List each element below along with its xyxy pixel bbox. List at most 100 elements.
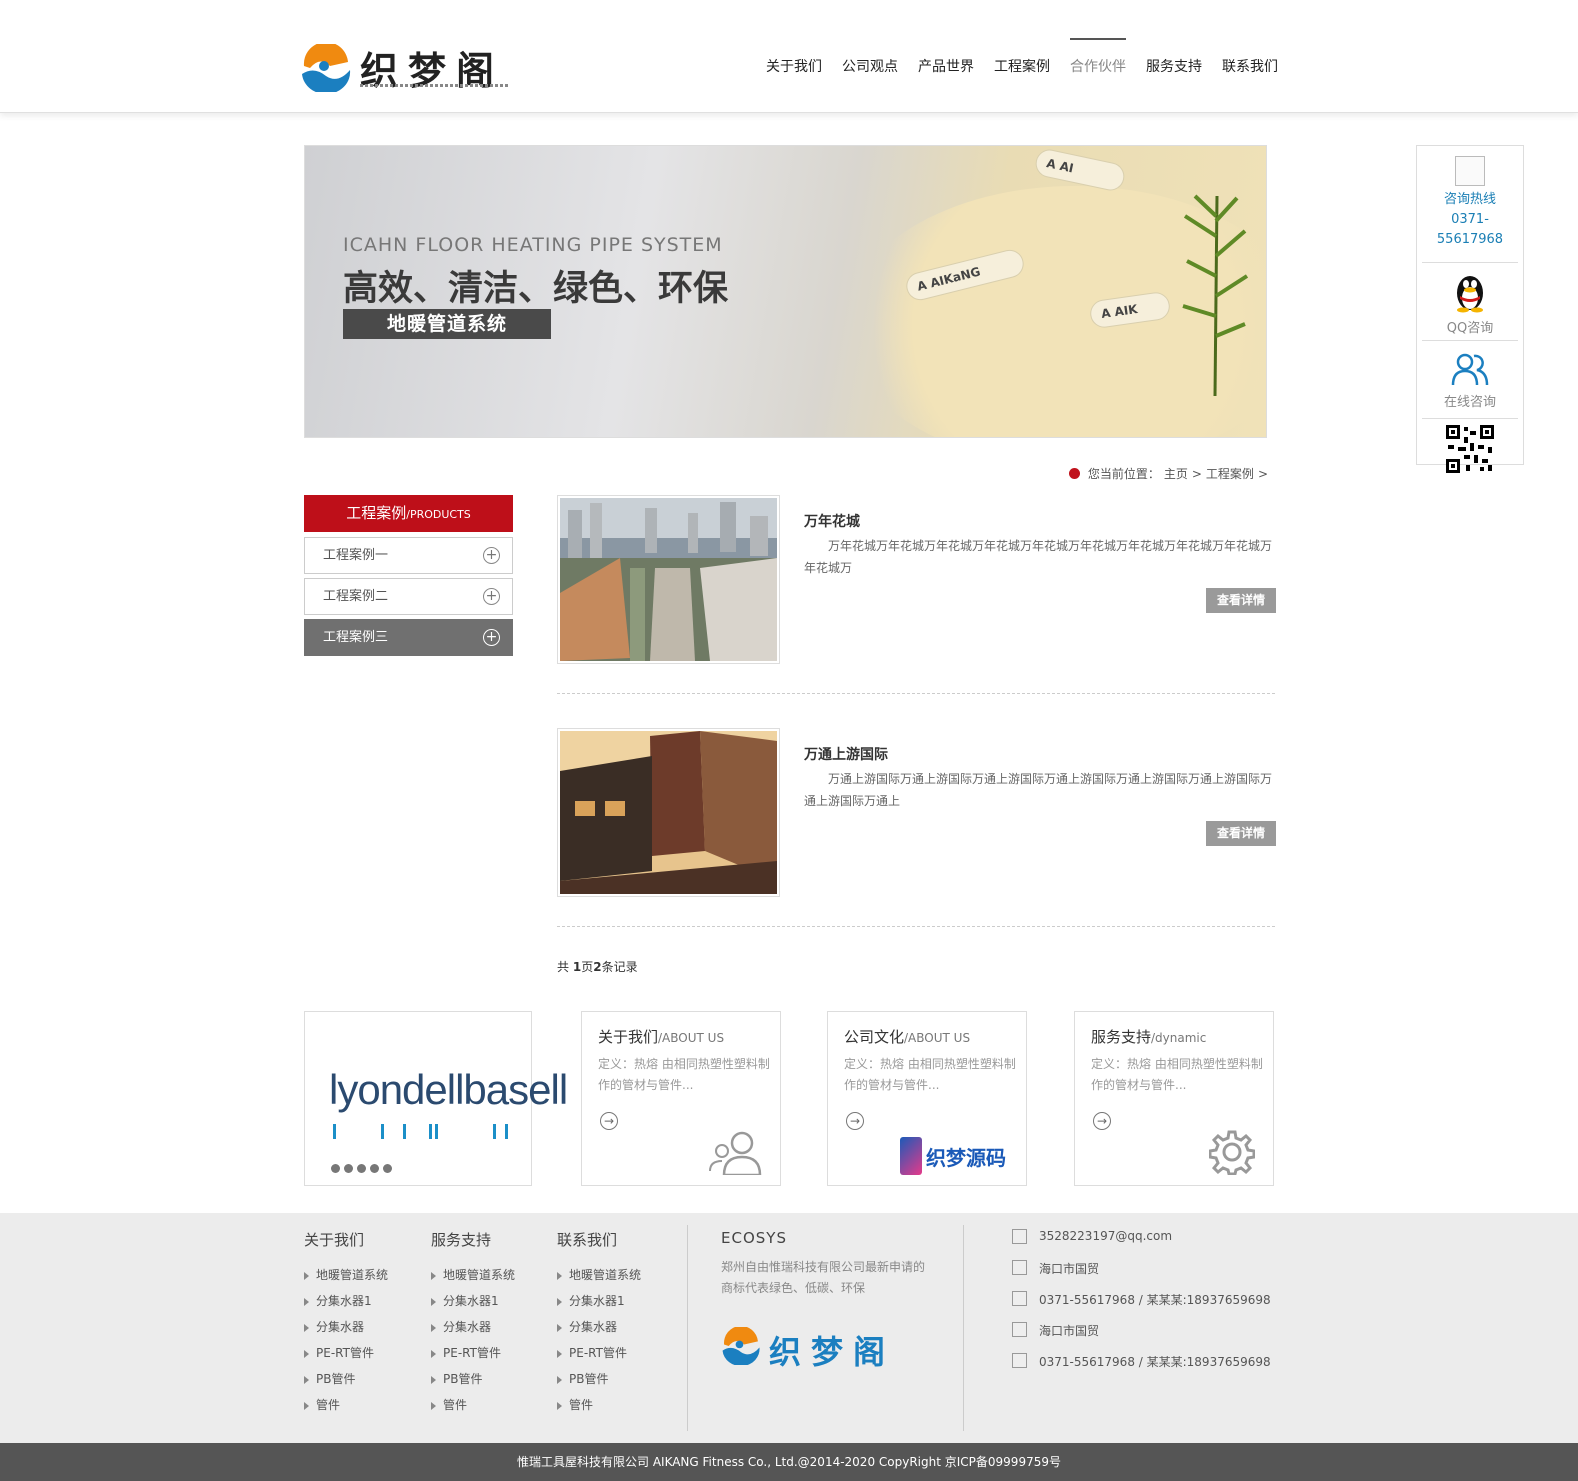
info-box-title-cn: 公司文化 [844,1028,905,1046]
phone-icon [1012,1353,1027,1368]
info-box-title-cn: 服务支持 [1091,1028,1152,1046]
nav-about[interactable]: 关于我们 [766,38,822,76]
breadcrumb-prefix: 您当前位置： [1087,467,1160,481]
case-thumbnail[interactable] [557,728,780,897]
left-menu-item[interactable]: 工程案例一 + [304,537,513,574]
left-menu-title: 工程案例/PRODUCTS [304,495,513,532]
case-item: 万年花城 万年花城万年花城万年花城万年花城万年花城万年花城万年花城万年花城万年花… [557,495,1276,695]
pager-records: 2 [593,960,602,974]
info-box-text: 定义：热熔 由相同热塑性塑料制作的管材与管件... [844,1057,1016,1092]
arrow-right-icon[interactable]: → [1093,1112,1111,1130]
footer-link[interactable]: PB管件 [557,1366,641,1392]
breadcrumb-current[interactable]: 工程案例 [1206,465,1254,482]
footer-link[interactable]: 地暖管道系统 [557,1262,641,1288]
case-title[interactable]: 万通上游国际 [804,744,888,764]
left-menu-item-label: 工程案例三 [323,630,389,645]
contact-email: 3528223197@qq.com [1039,1229,1173,1243]
footer-link[interactable]: 管件 [304,1392,388,1418]
nav-cases[interactable]: 工程案例 [994,38,1050,76]
banner-english-title: ICAHN FLOOR HEATING PIPE SYSTEM [343,234,723,256]
nav-views[interactable]: 公司观点 [842,38,898,76]
breadcrumb: 您当前位置： 主页 > 工程案例 > [1068,465,1272,482]
site-header: 织梦阁 关于我们 公司观点 产品世界 工程案例 合作伙伴 服务支持 联系我们 [0,0,1578,113]
ecosys-text: 郑州自由惟瑞科技有限公司最新申请的商标代表绿色、低碳、环保 [721,1260,926,1295]
footer-column-contact: 联系我们 地暖管道系统 分集水器1 分集水器 PE-RT管件 PB管件 管件 [557,1229,641,1418]
arrow-right-icon[interactable]: → [600,1112,618,1130]
partner-carousel[interactable]: lyondellbasell [304,1011,568,1186]
carousel-dot[interactable] [331,1164,340,1173]
partner-logo-text: lyondellbasell [329,1066,568,1113]
nav-contact[interactable]: 联系我们 [1222,38,1278,76]
footer-link[interactable]: 地暖管道系统 [431,1262,515,1288]
partner-logo-bars [333,1124,508,1139]
contact-line: 0371-55617968 / 某某某:18937659698 [1012,1291,1271,1322]
banner-tag: 地暖管道系统 [343,309,551,339]
expand-plus-icon[interactable]: + [483,629,500,646]
location-icon [1012,1260,1027,1275]
qq-consult-button[interactable]: QQ咨询 [1422,263,1518,341]
banner-chinese-title: 高效、清洁、绿色、环保 [343,269,729,309]
footer-link[interactable]: PB管件 [431,1366,515,1392]
view-details-button[interactable]: 查看详情 [1206,821,1276,846]
footer-link[interactable]: 管件 [557,1392,641,1418]
ecosys-title: ECOSYS [721,1229,787,1247]
contact-phone: 0371-55617968 / 某某某:18937659698 [1039,1293,1271,1307]
left-menu-item[interactable]: 工程案例三 + [304,619,513,656]
info-box-title-en: /dynamic [1151,1031,1207,1045]
footer-link[interactable]: 分集水器 [557,1314,641,1340]
left-menu-item[interactable]: 工程案例二 + [304,578,513,615]
carousel-dot[interactable] [383,1164,392,1173]
hotline-block[interactable]: 咨询热线 0371- 55617968 [1422,146,1518,263]
carousel-dot[interactable] [370,1164,379,1173]
footer-link[interactable]: 分集水器 [431,1314,515,1340]
hotline-number: 55617968 [1436,232,1504,247]
contact-line: 海口市国贸 [1012,1260,1271,1291]
footer-link[interactable]: PB管件 [304,1366,388,1392]
city-aerial-image [560,498,777,661]
footer-link[interactable]: 分集水器1 [557,1288,641,1314]
online-label: 在线咨询 [1443,395,1496,410]
case-thumbnail[interactable] [557,495,780,664]
footer-link[interactable]: 管件 [431,1392,515,1418]
view-details-button[interactable]: 查看详情 [1206,588,1276,613]
left-menu-item-label: 工程案例一 [323,548,389,563]
contact-line: 3528223197@qq.com [1012,1229,1271,1260]
footer-link[interactable]: PE-RT管件 [304,1340,388,1366]
main-nav: 关于我们 公司观点 产品世界 工程案例 合作伙伴 服务支持 联系我们 [746,38,1278,76]
location-icon [1068,468,1080,479]
footer-link[interactable]: 分集水器1 [431,1288,515,1314]
site-logo[interactable]: 织梦阁 [300,40,510,95]
page: 织梦阁 关于我们 公司观点 产品世界 工程案例 合作伙伴 服务支持 联系我们 I… [0,0,1578,1481]
case-item: 万通上游国际 万通上游国际万通上游国际万通上游国际万通上游国际万通上游国际万通上… [557,728,1276,928]
info-box-service[interactable]: 服务支持/dynamic 定义：热熔 由相同热塑性塑料制作的管材与管件... → [1074,1011,1274,1186]
arrow-right-icon[interactable]: → [846,1112,864,1130]
nav-service[interactable]: 服务支持 [1146,38,1202,76]
expand-plus-icon[interactable]: + [483,547,500,564]
breadcrumb-home[interactable]: 主页 [1164,465,1188,482]
breadcrumb-separator: > [1191,466,1202,481]
footer-link[interactable]: PE-RT管件 [557,1340,641,1366]
info-box-text: 定义：热熔 由相同热塑性塑料制作的管材与管件... [598,1057,770,1092]
hero-banner: ICAHN FLOOR HEATING PIPE SYSTEM 高效、清洁、绿色… [304,145,1267,438]
case-title[interactable]: 万年花城 [804,511,860,531]
online-consult-button[interactable]: 在线咨询 [1422,341,1518,419]
nav-partners[interactable]: 合作伙伴 [1070,38,1126,76]
case-description: 万通上游国际万通上游国际万通上游国际万通上游国际万通上游国际万通上游国际万通上游… [804,772,1273,808]
info-box-about[interactable]: 关于我们/ABOUT US 定义：热熔 由相同热塑性塑料制作的管材与管件... … [581,1011,781,1186]
footer-link[interactable]: 地暖管道系统 [304,1262,388,1288]
footer-link[interactable]: 分集水器1 [304,1288,388,1314]
expand-plus-icon[interactable]: + [483,588,500,605]
qr-code-icon [1446,425,1494,473]
breadcrumb-separator: > [1257,466,1268,481]
nav-products[interactable]: 产品世界 [918,38,974,76]
info-box-culture[interactable]: 公司文化/ABOUT US 定义：热熔 由相同热塑性塑料制作的管材与管件... … [827,1011,1027,1186]
qq-penguin-icon [1457,276,1483,313]
street-night-image [560,731,777,894]
divider [557,926,1275,927]
footer-link[interactable]: 分集水器 [304,1314,388,1340]
carousel-dot[interactable] [357,1164,366,1173]
carousel-dot[interactable] [344,1164,353,1173]
footer-column-service: 服务支持 地暖管道系统 分集水器1 分集水器 PE-RT管件 PB管件 管件 [431,1229,515,1418]
footer-link[interactable]: PE-RT管件 [431,1340,515,1366]
qq-label: QQ咨询 [1446,321,1494,336]
